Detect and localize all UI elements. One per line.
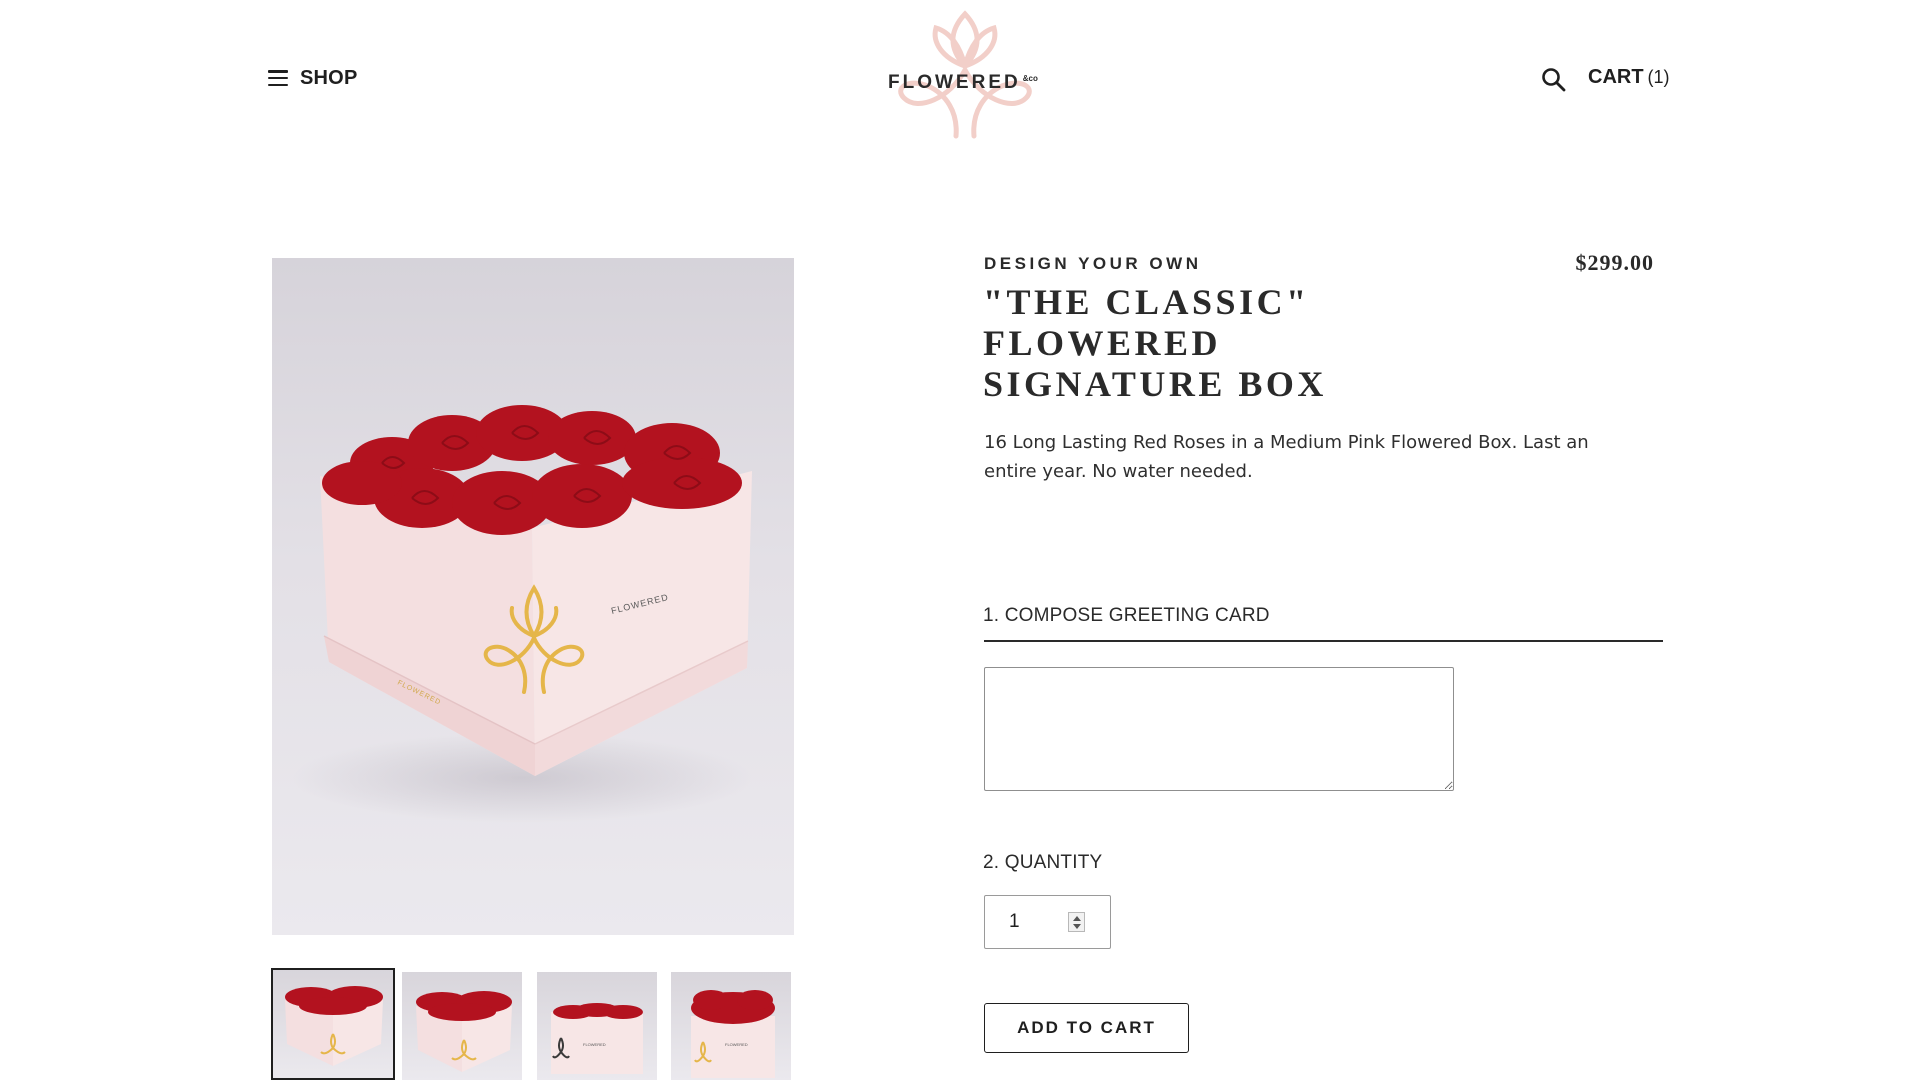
thumbnail-4[interactable]: FLOWERED — [671, 972, 791, 1080]
shop-label[interactable]: SHOP — [300, 67, 357, 90]
cart-link[interactable]: CART (1) — [1588, 66, 1670, 89]
flowered-logo[interactable]: FLOWERED &co — [880, 8, 1050, 148]
hamburger-icon[interactable] — [268, 70, 288, 86]
product-price: $299.00 — [1575, 250, 1654, 275]
thumbnail-3[interactable]: FLOWERED — [537, 972, 657, 1080]
site-header: SHOP FLOWERED &co CART (1) — [0, 0, 1920, 160]
thumbnail-1[interactable] — [271, 968, 395, 1080]
greeting-card-label: 1. COMPOSE GREETING CARD — [983, 605, 1270, 626]
greeting-card-input[interactable] — [984, 667, 1454, 791]
product-description: 16 Long Lasting Red Roses in a Medium Pi… — [984, 432, 1589, 482]
svg-text:FLOWERED: FLOWERED — [583, 1042, 606, 1047]
thumbnail-2[interactable] — [402, 972, 522, 1080]
quantity-label: 2. QUANTITY — [983, 852, 1103, 873]
shop-menu-button[interactable]: SHOP — [268, 64, 357, 92]
cart-count[interactable]: (1) — [1648, 67, 1670, 87]
add-to-cart-button[interactable]: ADD TO CART — [984, 1003, 1189, 1053]
product-title: "THE CLASSIC" FLOWERED SIGNATURE BOX — [983, 282, 1327, 404]
search-icon[interactable] — [1541, 67, 1567, 93]
product-main-image[interactable]: FLOWERED FLOWERED — [272, 258, 794, 935]
increment-arrow-icon[interactable] — [1073, 916, 1081, 921]
rose-box-photo: FLOWERED FLOWERED — [292, 405, 752, 823]
cart-label[interactable]: CART — [1588, 66, 1644, 88]
logo-wordmark: FLOWERED &co — [888, 72, 1038, 93]
product-eyebrow: DESIGN YOUR OWN — [984, 254, 1202, 273]
svg-text:FLOWERED: FLOWERED — [725, 1042, 748, 1047]
quantity-value[interactable]: 1 — [1009, 911, 1020, 933]
quantity-input[interactable]: 1 — [984, 895, 1111, 949]
decrement-arrow-icon[interactable] — [1073, 924, 1081, 929]
spinner-icon[interactable] — [1068, 912, 1085, 932]
section-divider — [984, 640, 1663, 642]
